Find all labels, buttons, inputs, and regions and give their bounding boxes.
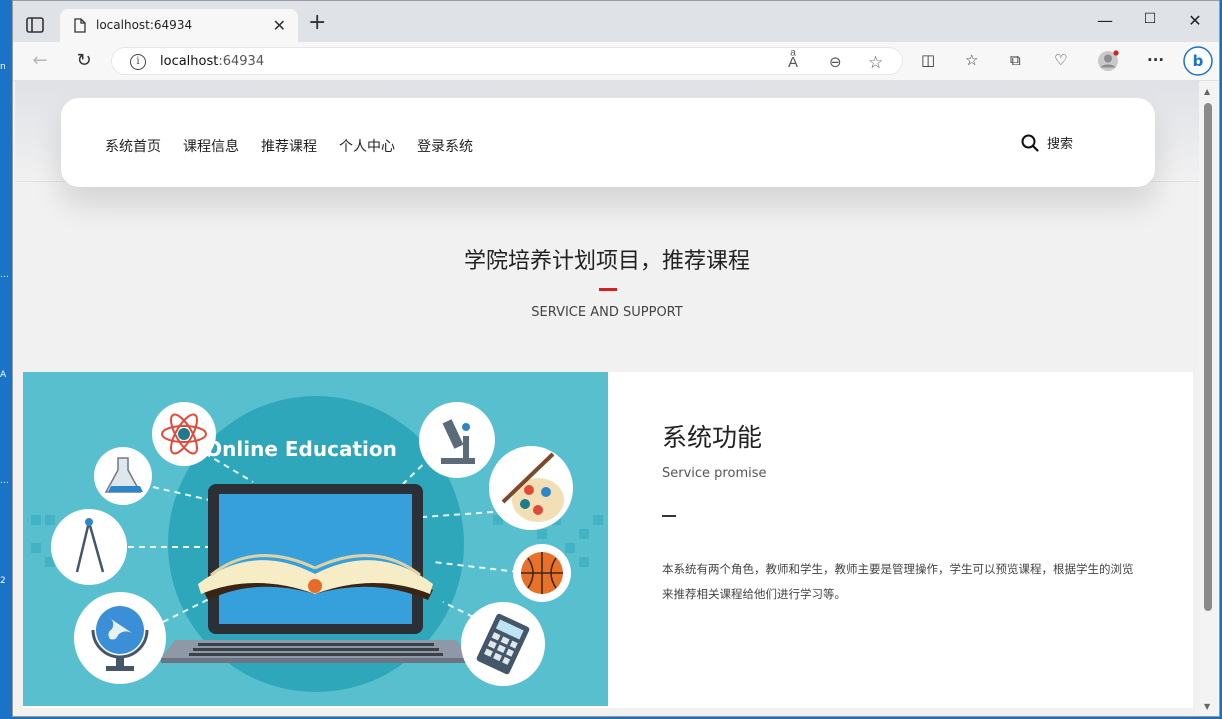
search-button[interactable]: 搜索: [1021, 133, 1073, 152]
browser-tab[interactable]: localhost:64934 ✕: [60, 9, 298, 42]
search-icon: [1021, 134, 1039, 152]
feature-divider: [662, 515, 676, 517]
menu-item-login[interactable]: 登录系统: [417, 136, 473, 156]
feature-title: 系统功能: [662, 423, 763, 452]
online-education-illustration: Online Education: [23, 372, 608, 706]
web-page: 系统首页 课程信息 推荐课程 个人中心 登录系统 搜索 学院培养计划项目，推荐课…: [15, 81, 1199, 716]
address-bar[interactable]: i localhost:64934 A͏ͣ ⊖ ☆: [111, 47, 903, 75]
tab-actions-icon[interactable]: [23, 13, 47, 37]
profile-avatar-icon[interactable]: [1097, 50, 1119, 72]
read-aloud-icon[interactable]: A͏ͣ: [788, 53, 798, 71]
feature-card: Online Education 系统功能 Service promise 本系…: [23, 372, 1193, 708]
back-button[interactable]: ←: [29, 50, 51, 72]
menu-item-home[interactable]: 系统首页: [105, 136, 161, 156]
menu-item-course-info[interactable]: 课程信息: [183, 136, 239, 156]
title-bar: localhost:64934 ✕ + — ☐ ✕: [13, 1, 1219, 42]
bing-copilot-icon[interactable]: b: [1183, 46, 1213, 76]
tab-title: localhost:64934: [96, 18, 193, 32]
collections-icon[interactable]: ⧉: [1010, 51, 1021, 69]
address-bar-row: ← ↻ i localhost:64934 A͏ͣ ⊖ ☆ ◫ ☆ ⧉ ♡ ··…: [13, 42, 1219, 81]
maximize-button[interactable]: ☐: [1140, 11, 1160, 27]
favorites-icon[interactable]: ☆: [965, 51, 978, 69]
section-title: 学院培养计划项目，推荐课程: [463, 249, 750, 274]
section-subtitle: SERVICE AND SUPPORT: [531, 305, 683, 320]
browser-essentials-icon[interactable]: ♡: [1054, 51, 1067, 69]
desktop-edge: n… A… 2: [0, 0, 12, 719]
new-tab-button[interactable]: +: [308, 12, 326, 34]
url-text[interactable]: localhost:64934: [160, 54, 264, 69]
scrollbar-thumb[interactable]: [1204, 103, 1212, 611]
main-menu: 系统首页 课程信息 推荐课程 个人中心 登录系统: [105, 136, 473, 156]
more-options-icon[interactable]: ···: [1147, 51, 1164, 69]
close-window-button[interactable]: ✕: [1185, 11, 1205, 30]
site-info-icon[interactable]: i: [130, 54, 146, 70]
page-scrollbar[interactable]: ▲ ▼: [1199, 81, 1219, 716]
favorite-star-icon[interactable]: ☆: [868, 53, 883, 73]
search-label: 搜索: [1046, 137, 1073, 152]
page-icon: [74, 18, 86, 33]
minimize-button[interactable]: —: [1095, 11, 1115, 30]
refresh-button[interactable]: ↻: [73, 50, 95, 72]
split-screen-icon[interactable]: ◫: [921, 51, 935, 69]
scroll-down-icon[interactable]: ▼: [1204, 702, 1210, 711]
scroll-up-icon[interactable]: ▲: [1204, 87, 1210, 96]
menu-item-recommended[interactable]: 推荐课程: [261, 136, 317, 156]
feature-body: 本系统有两个角色，教师和学生，教师主要是管理操作，学生可以预览课程，根据学生的浏…: [662, 562, 1134, 601]
illustration-title: Online Education: [205, 437, 397, 461]
feature-subtitle: Service promise: [662, 466, 767, 481]
feature-description: 系统功能 Service promise 本系统有两个角色，教师和学生，教师主要…: [662, 418, 1142, 607]
browser-window: localhost:64934 ✕ + — ☐ ✕ ← ↻ i localhos…: [12, 0, 1220, 717]
site-navbar: 系统首页 课程信息 推荐课程 个人中心 登录系统 搜索: [61, 98, 1155, 187]
svg-text:b: b: [1193, 52, 1204, 70]
zoom-icon[interactable]: ⊖: [829, 53, 842, 71]
menu-item-profile[interactable]: 个人中心: [339, 136, 395, 156]
close-tab-icon[interactable]: ✕: [273, 16, 286, 35]
title-divider: [599, 288, 617, 291]
